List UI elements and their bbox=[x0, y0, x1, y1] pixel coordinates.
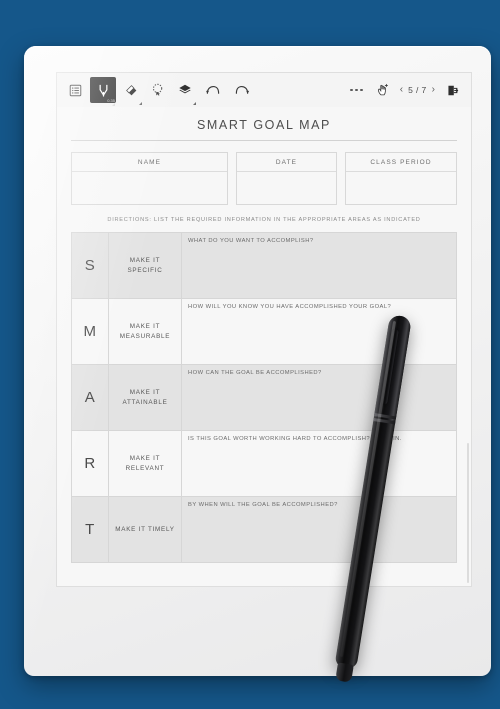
eraser-options-caret-icon[interactable] bbox=[139, 102, 142, 105]
smart-goal-table: S MAKE IT SPECIFIC WHAT DO YOU WANT TO A… bbox=[71, 232, 457, 563]
editor-toolbar: 0.35 ‹ 5 / 7 › bbox=[57, 73, 471, 107]
document-list-icon[interactable] bbox=[63, 78, 87, 102]
screen-scrollbar-track[interactable] bbox=[467, 113, 470, 583]
row-letter-a: A bbox=[72, 365, 109, 430]
toolbar-right-group: ‹ 5 / 7 › bbox=[345, 78, 464, 102]
table-row: S MAKE IT SPECIFIC WHAT DO YOU WANT TO A… bbox=[72, 233, 456, 299]
field-name-label: NAME bbox=[72, 153, 227, 172]
field-class-period[interactable]: CLASS PERIOD bbox=[345, 152, 457, 205]
layers-icon[interactable] bbox=[173, 78, 197, 105]
touch-gesture-icon[interactable] bbox=[371, 78, 395, 102]
tablet-screen: 0.35 ‹ 5 / 7 › SMART GOAL MAP NAME DATE … bbox=[56, 72, 472, 587]
pen-options-caret-icon[interactable] bbox=[112, 103, 115, 106]
next-page-button[interactable]: › bbox=[432, 85, 435, 95]
page-indicator: 5 / 7 bbox=[408, 85, 427, 95]
lasso-select-icon[interactable] bbox=[146, 78, 170, 102]
row-letter-r: R bbox=[72, 431, 109, 496]
row-phrase-s: MAKE IT SPECIFIC bbox=[109, 233, 182, 298]
table-row: A MAKE IT ATTAINABLE HOW CAN THE GOAL BE… bbox=[72, 365, 456, 431]
field-class-period-label: CLASS PERIOD bbox=[346, 153, 456, 172]
exit-icon[interactable] bbox=[440, 78, 464, 102]
pen-icon[interactable]: 0.35 bbox=[90, 77, 116, 106]
row-letter-t: T bbox=[72, 497, 109, 562]
field-name-value[interactable] bbox=[72, 172, 227, 204]
field-class-period-value[interactable] bbox=[346, 172, 456, 204]
page-navigation: ‹ 5 / 7 › bbox=[398, 85, 437, 96]
field-date[interactable]: DATE bbox=[236, 152, 337, 205]
row-letter-m: M bbox=[72, 299, 109, 364]
title-divider bbox=[71, 140, 457, 141]
row-prompt-r[interactable]: IS THIS GOAL WORTH WORKING HARD TO ACCOM… bbox=[182, 431, 456, 496]
undo-icon[interactable] bbox=[200, 78, 226, 102]
screen-scrollbar-thumb[interactable] bbox=[467, 443, 469, 583]
row-phrase-t: MAKE IT TIMELY bbox=[109, 497, 182, 562]
layers-options-caret-icon[interactable] bbox=[193, 102, 196, 105]
row-phrase-a: MAKE IT ATTAINABLE bbox=[109, 365, 182, 430]
row-prompt-s[interactable]: WHAT DO YOU WANT TO ACCOMPLISH? bbox=[182, 233, 456, 298]
field-date-value[interactable] bbox=[237, 172, 336, 204]
e-ink-tablet-device: 0.35 ‹ 5 / 7 › SMART GOAL MAP NAME DATE … bbox=[24, 46, 491, 676]
field-name[interactable]: NAME bbox=[71, 152, 228, 205]
table-row: M MAKE IT MEASURABLE HOW WILL YOU KNOW Y… bbox=[72, 299, 456, 365]
prev-page-button[interactable]: ‹ bbox=[400, 85, 403, 95]
directions-text: DIRECTIONS: LIST THE REQUIRED INFORMATIO… bbox=[107, 217, 421, 223]
eraser-icon[interactable] bbox=[119, 78, 143, 105]
row-prompt-a[interactable]: HOW CAN THE GOAL BE ACCOMPLISHED? bbox=[182, 365, 456, 430]
table-row: T MAKE IT TIMELY BY WHEN WILL THE GOAL B… bbox=[72, 497, 456, 563]
toolbar-left-group: 0.35 bbox=[63, 77, 255, 106]
worksheet-page: SMART GOAL MAP NAME DATE CLASS PERIOD DI… bbox=[57, 107, 471, 586]
redo-icon[interactable] bbox=[229, 78, 255, 102]
row-prompt-t[interactable]: BY WHEN WILL THE GOAL BE ACCOMPLISHED? bbox=[182, 497, 456, 562]
page-title: SMART GOAL MAP bbox=[196, 118, 331, 132]
more-options-icon[interactable] bbox=[345, 88, 368, 92]
row-prompt-m[interactable]: HOW WILL YOU KNOW YOU HAVE ACCOMPLISHED … bbox=[182, 299, 456, 364]
row-phrase-r: MAKE IT RELEVANT bbox=[109, 431, 182, 496]
row-letter-s: S bbox=[72, 233, 109, 298]
header-fields: NAME DATE CLASS PERIOD bbox=[71, 152, 457, 205]
field-date-label: DATE bbox=[237, 153, 336, 172]
table-row: R MAKE IT RELEVANT IS THIS GOAL WORTH WO… bbox=[72, 431, 456, 497]
row-phrase-m: MAKE IT MEASURABLE bbox=[109, 299, 182, 364]
